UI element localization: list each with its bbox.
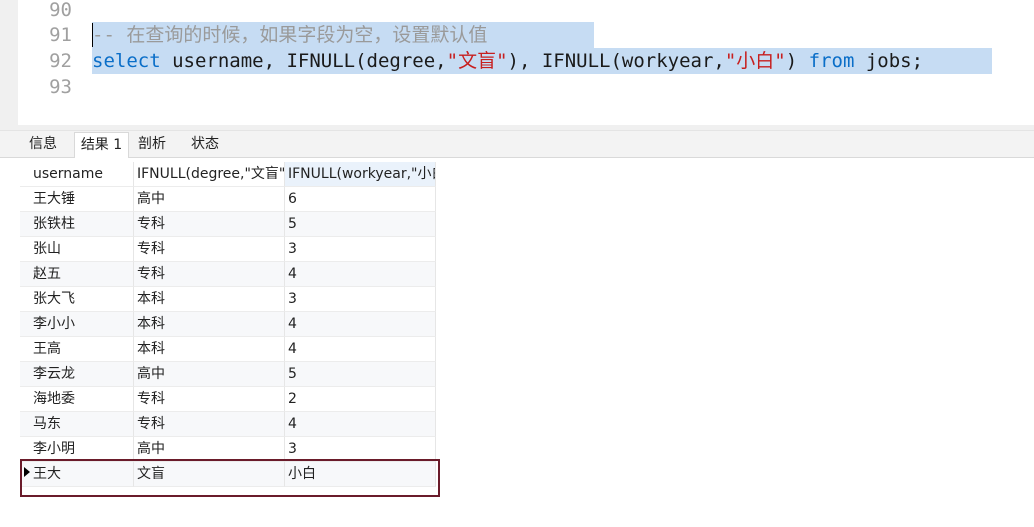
string-literal: "文盲" (446, 50, 508, 72)
cell-workyear[interactable]: 4 (285, 312, 436, 337)
text-caret (92, 23, 93, 47)
sql-fragment: username, IFNULL(degree, (160, 50, 447, 72)
tab-result-1[interactable]: 结果 1 (74, 132, 129, 158)
keyword-from: from (808, 50, 855, 72)
cell-degree[interactable]: 专科 (134, 212, 285, 237)
cell-workyear[interactable]: 5 (285, 212, 436, 237)
table-row[interactable]: 张大飞 本科 3 (20, 287, 436, 312)
cell-workyear[interactable]: 4 (285, 412, 436, 437)
tab-profile[interactable]: 剖析 (131, 132, 173, 157)
table-row[interactable]: 王大锤 高中 6 (20, 187, 436, 212)
cell-degree[interactable]: 专科 (134, 387, 285, 412)
cell-username[interactable]: 王大锤 (20, 187, 134, 212)
line-number: 93 (49, 76, 72, 98)
cell-username[interactable]: 海地委 (20, 387, 134, 412)
table-row[interactable]: 张铁柱 专科 5 (20, 212, 436, 237)
line-number: 90 (49, 0, 72, 21)
cell-degree[interactable]: 专科 (134, 412, 285, 437)
string-literal: "小白" (724, 50, 786, 72)
cell-degree[interactable]: 本科 (134, 287, 285, 312)
column-header-degree[interactable]: IFNULL(degree,"文盲") (134, 162, 285, 187)
cell-workyear[interactable]: 4 (285, 337, 436, 362)
sql-fragment: ), IFNULL(workyear, (507, 50, 725, 72)
code-line-92: 92 select username, IFNULL(degree,"文盲"),… (0, 48, 1034, 74)
sql-editor[interactable]: 90 91 -- 在查询的时候，如果字段为空，设置默认值 92 select u… (0, 0, 1034, 125)
cell-degree[interactable]: 高中 (134, 187, 285, 212)
cell-degree[interactable]: 高中 (134, 362, 285, 387)
cell-workyear[interactable]: 2 (285, 387, 436, 412)
table-row[interactable]: 赵五 专科 4 (20, 262, 436, 287)
grid-header-row: username IFNULL(degree,"文盲") IFNULL(work… (20, 162, 436, 187)
cell-workyear[interactable]: 3 (285, 287, 436, 312)
selected-row-highlight (20, 459, 440, 497)
sql-fragment: jobs; (854, 50, 924, 72)
table-row[interactable]: 海地委 专科 2 (20, 387, 436, 412)
cell-username[interactable]: 张山 (20, 237, 134, 262)
tab-status[interactable]: 状态 (180, 132, 230, 157)
cell-workyear[interactable]: 6 (285, 187, 436, 212)
status-area (0, 497, 1034, 527)
cell-workyear[interactable]: 4 (285, 262, 436, 287)
tab-info[interactable]: 信息 (18, 132, 68, 157)
sql-statement: select username, IFNULL(degree,"文盲"), IF… (92, 48, 923, 74)
table-row[interactable]: 马东 专科 4 (20, 412, 436, 437)
sql-fragment: ) (785, 50, 809, 72)
cell-username[interactable]: 赵五 (20, 262, 134, 287)
cell-username[interactable]: 王高 (20, 337, 134, 362)
column-header-workyear[interactable]: IFNULL(workyear,"小白") (285, 162, 436, 187)
line-number: 91 (49, 24, 72, 46)
code-line-91: 91 -- 在查询的时候，如果字段为空，设置默认值 (0, 22, 1034, 48)
row-selector-gutter (0, 158, 20, 497)
cell-degree[interactable]: 本科 (134, 312, 285, 337)
table-row[interactable]: 李小小 本科 4 (20, 312, 436, 337)
cell-username[interactable]: 李云龙 (20, 362, 134, 387)
table-row[interactable]: 王高 本科 4 (20, 337, 436, 362)
result-tab-bar: 信息 结果 1 剖析 状态 (0, 131, 1034, 158)
line-number: 92 (49, 50, 72, 72)
cell-degree[interactable]: 专科 (134, 237, 285, 262)
cell-username[interactable]: 李小小 (20, 312, 134, 337)
column-header-username[interactable]: username (20, 162, 134, 187)
keyword-select: select (92, 50, 161, 72)
cell-username[interactable]: 马东 (20, 412, 134, 437)
cell-username[interactable]: 张大飞 (20, 287, 134, 312)
code-line-93: 93 (0, 74, 1034, 100)
cell-username[interactable]: 张铁柱 (20, 212, 134, 237)
cell-workyear[interactable]: 5 (285, 362, 436, 387)
code-line-90: 90 (0, 0, 1034, 23)
cell-degree[interactable]: 专科 (134, 262, 285, 287)
sql-comment: -- 在查询的时候，如果字段为空，设置默认值 (92, 24, 488, 46)
cell-degree[interactable]: 本科 (134, 337, 285, 362)
table-row[interactable]: 张山 专科 3 (20, 237, 436, 262)
table-row[interactable]: 李云龙 高中 5 (20, 362, 436, 387)
cell-workyear[interactable]: 3 (285, 237, 436, 262)
